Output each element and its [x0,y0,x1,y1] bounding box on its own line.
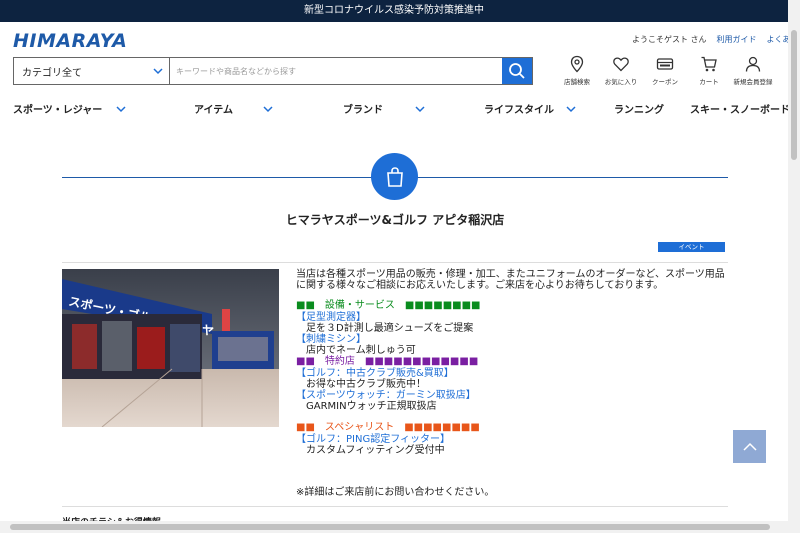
item-desc: お得な中古クラブ販売中！ [306,378,426,390]
nav-item-running[interactable]: ランニング [614,101,664,116]
nav-label: スポーツ・レジャー [13,105,103,116]
nav-item-sports-leisure[interactable]: スポーツ・レジャー [13,101,126,116]
category-select[interactable]: カテゴリ全て [14,58,170,84]
nav-label: ブランド [343,105,383,116]
store-search-label: 店舗検索 [564,78,590,86]
welcome-text: ようこそゲスト さん [632,35,707,44]
item-desc: カスタムフィッティング受付中 [306,444,445,456]
link-foot-measure[interactable]: 【足型測定器】 [296,312,726,323]
search-bar: カテゴリ全て [13,57,533,85]
chevron-down-icon [263,105,273,112]
register-label: 新規会員登録 [733,78,773,86]
chevron-down-icon [566,105,576,112]
link-garmin[interactable]: 【スポーツウォッチ：ガーミン取扱店】 [296,390,726,401]
store-title: ヒマラヤスポーツ&ゴルフ アピタ稲沢店 [285,213,505,227]
event-badge[interactable]: イベント [658,242,725,252]
announcement-bar[interactable]: 新型コロナウイルス感染予防対策推進中 [0,0,788,22]
store-photo: スポーツ・ゴルフ ヒマラヤ [62,269,279,427]
nav-item-ski-snowboard[interactable]: スキー・スノーボード [690,101,790,116]
site-header: HIMARAYA ようこそゲスト さん 利用ガイド よくあ カテゴリ全て 店舗検索 … [0,22,791,97]
divider [62,506,728,507]
nav-label: スキー・スノーボード [690,105,790,116]
map-pin-icon [570,55,584,73]
search-input[interactable] [170,58,502,84]
nav-item-item[interactable]: アイテム [194,101,273,116]
section-heading-partner: ■■ 特約店 ■■■■■■■■■■■■ [296,356,479,368]
chevron-down-icon [153,68,163,75]
favorites-label: お気に入り [604,78,638,86]
section-heading-specialist: ■■ スペシャリスト ■■■■■■■■ [296,422,480,434]
shopping-bag-badge [371,153,418,200]
category-label: カテゴリ全て [22,67,82,79]
link-ping-fitter[interactable]: 【ゴルフ：PING認定フィッター】 [296,434,726,445]
nav-item-brand[interactable]: ブランド [343,101,425,116]
store-description: 当店は各種スポーツ用品の販売・修理・加工、またユニフォームのオーダーなど、スポー… [296,269,726,456]
cart-icon [701,56,717,72]
nav-label: ライフスタイル [484,105,554,116]
intro-text: 当店は各種スポーツ用品の販売・修理・加工、またユニフォームのオーダーなど、スポー… [296,269,725,292]
coupon-link[interactable]: クーポン [643,55,687,86]
himaraya-logo[interactable]: HIMARAYA [13,30,127,52]
favorites-link[interactable]: お気に入り [599,55,643,86]
user-icon [745,56,761,72]
search-button[interactable] [502,58,532,84]
search-icon [509,63,525,79]
divider [62,262,728,263]
scrollbar-thumb[interactable] [10,524,770,530]
link-used-clubs[interactable]: 【ゴルフ：中古クラブ販売&買取】 [296,368,726,379]
shopping-bag-icon [386,166,403,187]
link-embroidery[interactable]: 【刺繍ミシン】 [296,334,726,345]
contact-note: ※詳細はご来店前にお問い合わせください。 [296,487,495,498]
chevron-up-icon [742,442,757,451]
back-to-top-button[interactable] [733,430,766,463]
coupon-icon [656,58,674,70]
store-search-link[interactable]: 店舗検索 [555,55,599,86]
item-desc: 足を３D計測し最適シューズをご提案 [306,322,474,334]
welcome-area: ようこそゲスト さん 利用ガイド よくあ [632,34,791,45]
nav-item-lifestyle[interactable]: ライフスタイル [484,101,576,116]
nav-label: ランニング [614,105,664,116]
vertical-scrollbar[interactable] [788,0,800,533]
item-desc: GARMINウォッチ正規取扱店 [306,401,437,413]
coupon-label: クーポン [652,78,678,86]
heart-icon [613,57,629,72]
item-desc: 店内でネーム刺しゅう可 [306,345,416,357]
scrollbar-thumb[interactable] [791,30,797,160]
faq-link[interactable]: よくあ [767,35,791,44]
chevron-down-icon [415,105,425,112]
horizontal-scrollbar[interactable] [0,521,788,533]
cart-link[interactable]: カート [687,55,731,86]
header-icons: 店舗検索 お気に入り クーポン カート 新規会員登録 [555,55,775,86]
main-nav: スポーツ・レジャー アイテム ブランド ライフスタイル ランニング スキー・スノ… [0,97,790,119]
cart-label: カート [699,78,719,86]
register-link[interactable]: 新規会員登録 [731,55,775,86]
section-heading-facilities: ■■ 設備・サービス ■■■■■■■■ [296,300,481,312]
chevron-down-icon [116,105,126,112]
nav-label: アイテム [194,105,233,116]
guide-link[interactable]: 利用ガイド [717,35,757,44]
